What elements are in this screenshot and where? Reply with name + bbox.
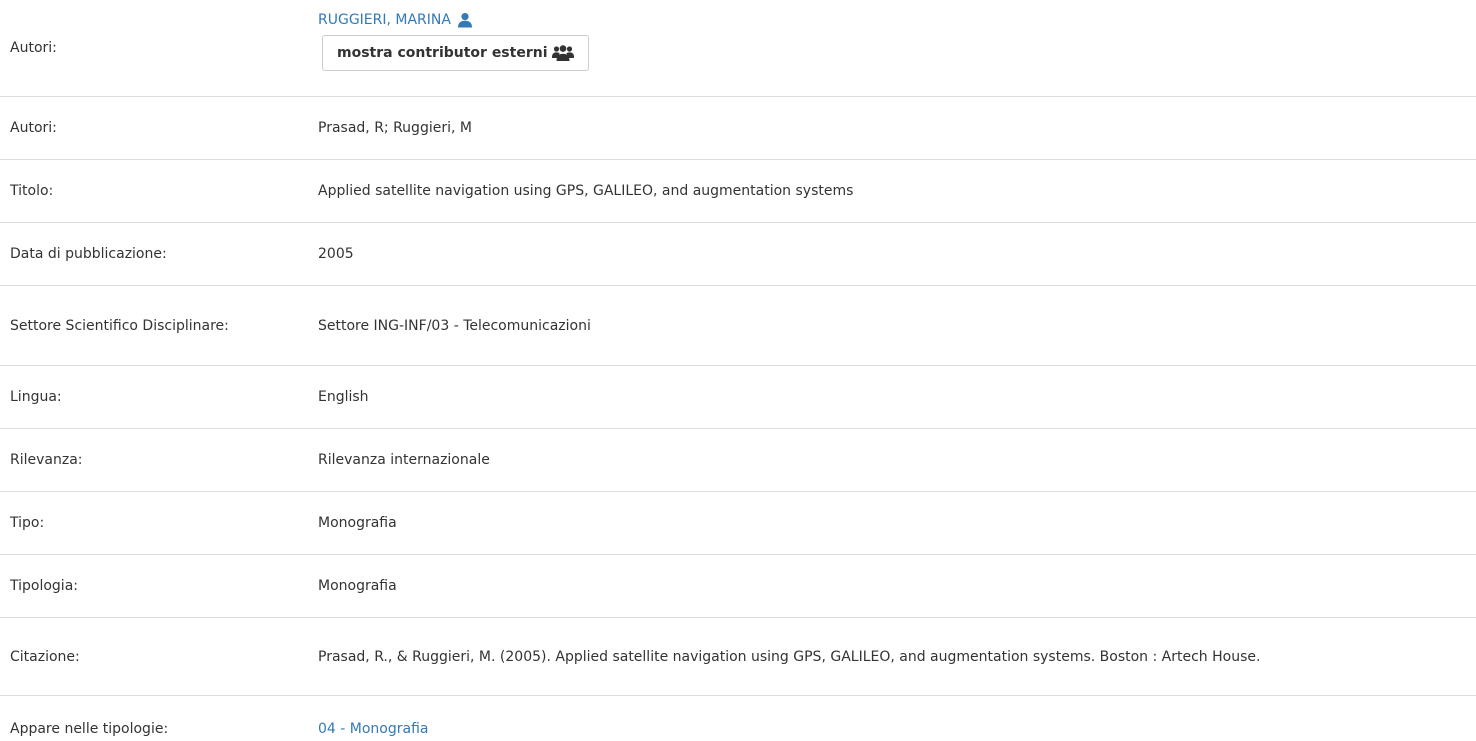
item-metadata-table: Autori: RUGGIERI, MARINA mostra contribu… (0, 0, 1476, 741)
metadata-row-appare: Appare nelle tipologie: 04 - Monografia (0, 695, 1476, 741)
metadata-row-citazione: Citazione: Prasad, R., & Ruggieri, M. (2… (0, 617, 1476, 696)
metadata-label: Autori: (0, 0, 308, 97)
metadata-row-autori: Autori: Prasad, R; Ruggieri, M (0, 96, 1476, 160)
metadata-label: Appare nelle tipologie: (0, 695, 308, 741)
metadata-label: Data di pubblicazione: (0, 222, 308, 286)
user-icon (457, 12, 473, 28)
metadata-row-autori-primary: Autori: RUGGIERI, MARINA mostra contribu… (0, 0, 1476, 97)
metadata-value: Settore ING-INF/03 - Telecomunicazioni (308, 285, 1476, 366)
metadata-value: Monografia (308, 554, 1476, 618)
metadata-row-lingua: Lingua: English (0, 365, 1476, 429)
author-line: RUGGIERI, MARINA (318, 9, 1466, 31)
metadata-row-rilevanza: Rilevanza: Rilevanza internazionale (0, 428, 1476, 492)
metadata-value: English (308, 365, 1476, 429)
metadata-value: Rilevanza internazionale (308, 428, 1476, 492)
metadata-label: Settore Scientifico Disciplinare: (0, 285, 308, 366)
metadata-label: Autori: (0, 96, 308, 160)
metadata-value: Prasad, R., & Ruggieri, M. (2005). Appli… (308, 617, 1476, 696)
metadata-label: Tipo: (0, 491, 308, 555)
metadata-label: Titolo: (0, 159, 308, 223)
metadata-label: Citazione: (0, 617, 308, 696)
metadata-row-data: Data di pubblicazione: 2005 (0, 222, 1476, 286)
metadata-row-titolo: Titolo: Applied satellite navigation usi… (0, 159, 1476, 223)
metadata-value: Monografia (308, 491, 1476, 555)
metadata-label: Tipologia: (0, 554, 308, 618)
metadata-value: 04 - Monografia (308, 695, 1476, 741)
button-label: mostra contributor esterni (337, 45, 548, 61)
author-link[interactable]: RUGGIERI, MARINA (318, 9, 451, 31)
metadata-label: Rilevanza: (0, 428, 308, 492)
metadata-row-tipo: Tipo: Monografia (0, 491, 1476, 555)
show-external-contributors-button[interactable]: mostra contributor esterni (322, 35, 589, 71)
metadata-value: Prasad, R; Ruggieri, M (308, 96, 1476, 160)
metadata-row-tipologia: Tipologia: Monografia (0, 554, 1476, 618)
metadata-value: 2005 (308, 222, 1476, 286)
collection-link[interactable]: 04 - Monografia (318, 721, 428, 737)
metadata-value: RUGGIERI, MARINA mostra contributor este… (308, 0, 1476, 97)
metadata-label: Lingua: (0, 365, 308, 429)
metadata-row-settore: Settore Scientifico Disciplinare: Settor… (0, 285, 1476, 366)
users-icon (551, 45, 574, 61)
metadata-value: Applied satellite navigation using GPS, … (308, 159, 1476, 223)
author-block: RUGGIERI, MARINA mostra contributor este… (318, 9, 1466, 71)
